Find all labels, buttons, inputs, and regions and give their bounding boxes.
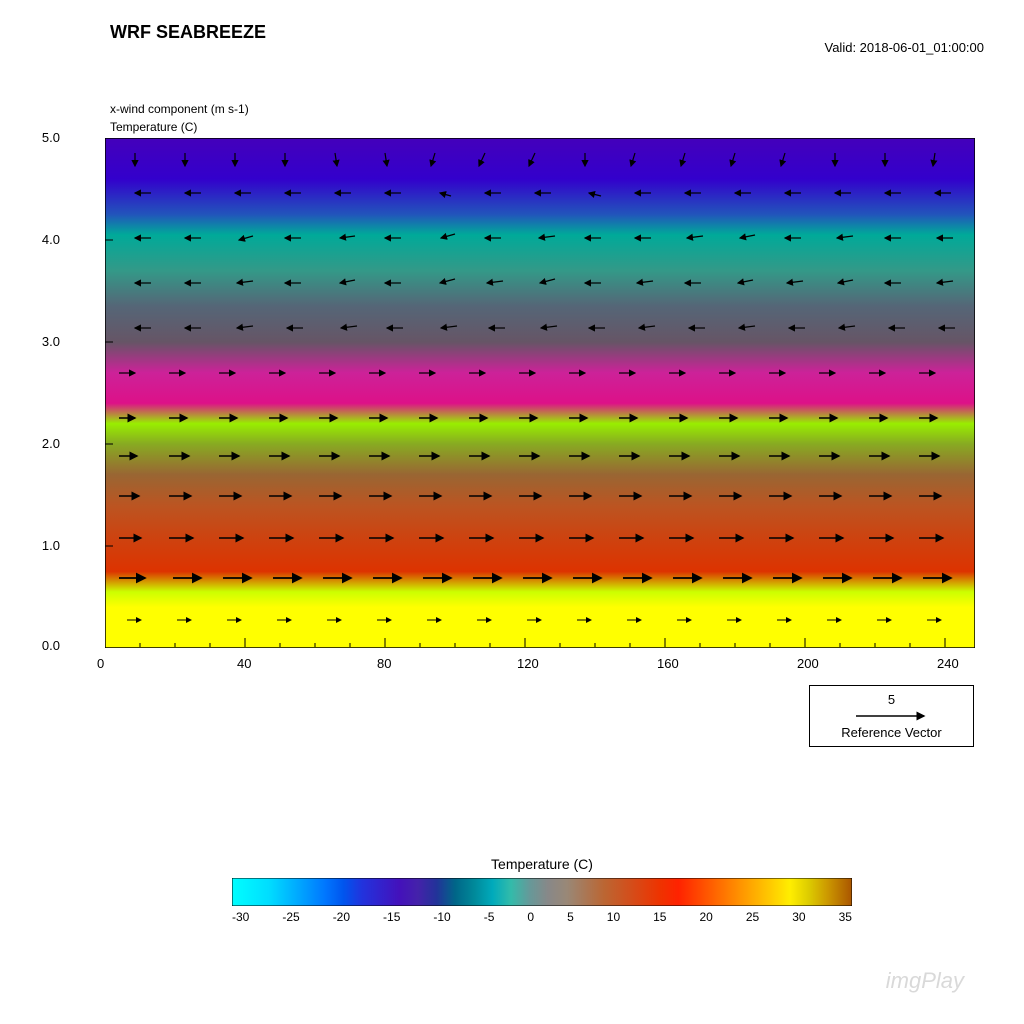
colorbar-ticks: -30 -25 -20 -15 -10 -5 0 5 10 15 20 25 3… (232, 910, 852, 924)
cb-tick-35: 35 (839, 910, 852, 924)
y-tick-5: 5.0 (42, 130, 60, 145)
cb-tick-minus20: -20 (333, 910, 350, 924)
cb-tick-25: 25 (746, 910, 759, 924)
chart-svg (105, 138, 975, 648)
cb-tick-15: 15 (653, 910, 666, 924)
colorbar-title: Temperature (C) (110, 856, 974, 872)
cb-tick-30: 30 (792, 910, 805, 924)
x-tick-80: 80 (377, 656, 391, 671)
x-tick-120: 120 (517, 656, 539, 671)
y-label-line1: x-wind component (m s-1) (110, 102, 249, 116)
ref-vector-label: Reference Vector (820, 725, 963, 740)
cb-tick-20: 20 (699, 910, 712, 924)
chart-title: WRF SEABREEZE (110, 22, 266, 43)
cb-tick-0: 0 (527, 910, 534, 924)
cb-tick-minus25: -25 (282, 910, 299, 924)
valid-time: Valid: 2018-06-01_01:00:00 (825, 40, 985, 55)
x-tick-0: 0 (97, 656, 104, 671)
x-tick-200: 200 (797, 656, 819, 671)
y-tick-4: 4.0 (42, 232, 60, 247)
y-tick-0: 0.0 (42, 638, 60, 653)
ref-vector-arrow-svg (852, 709, 932, 723)
y-tick-3: 3.0 (42, 334, 60, 349)
ref-vector-value: 5 (820, 692, 963, 707)
main-container: WRF SEABREEZE Valid: 2018-06-01_01:00:00… (0, 0, 1024, 1024)
ref-vector-arrow-container (820, 709, 963, 723)
x-tick-240: 240 (937, 656, 959, 671)
x-tick-160: 160 (657, 656, 679, 671)
watermark: imgPlay (886, 968, 964, 994)
y-tick-1: 1.0 (42, 538, 60, 553)
cb-tick-minus15: -15 (383, 910, 400, 924)
cb-tick-minus5: -5 (484, 910, 495, 924)
reference-vector-box: 5 Reference Vector (809, 685, 974, 747)
cb-tick-minus30: -30 (232, 910, 249, 924)
cb-tick-minus10: -10 (433, 910, 450, 924)
y-label-line2: Temperature (C) (110, 120, 197, 134)
y-axis-label: x-wind component (m s-1) Temperature (C) (110, 100, 249, 136)
x-tick-40: 40 (237, 656, 251, 671)
colorbar-section: Temperature (C) (110, 856, 974, 924)
cb-tick-5: 5 (567, 910, 574, 924)
chart-area (105, 138, 975, 648)
y-tick-2: 2.0 (42, 436, 60, 451)
cb-tick-10: 10 (607, 910, 620, 924)
colorbar-svg (232, 878, 852, 906)
